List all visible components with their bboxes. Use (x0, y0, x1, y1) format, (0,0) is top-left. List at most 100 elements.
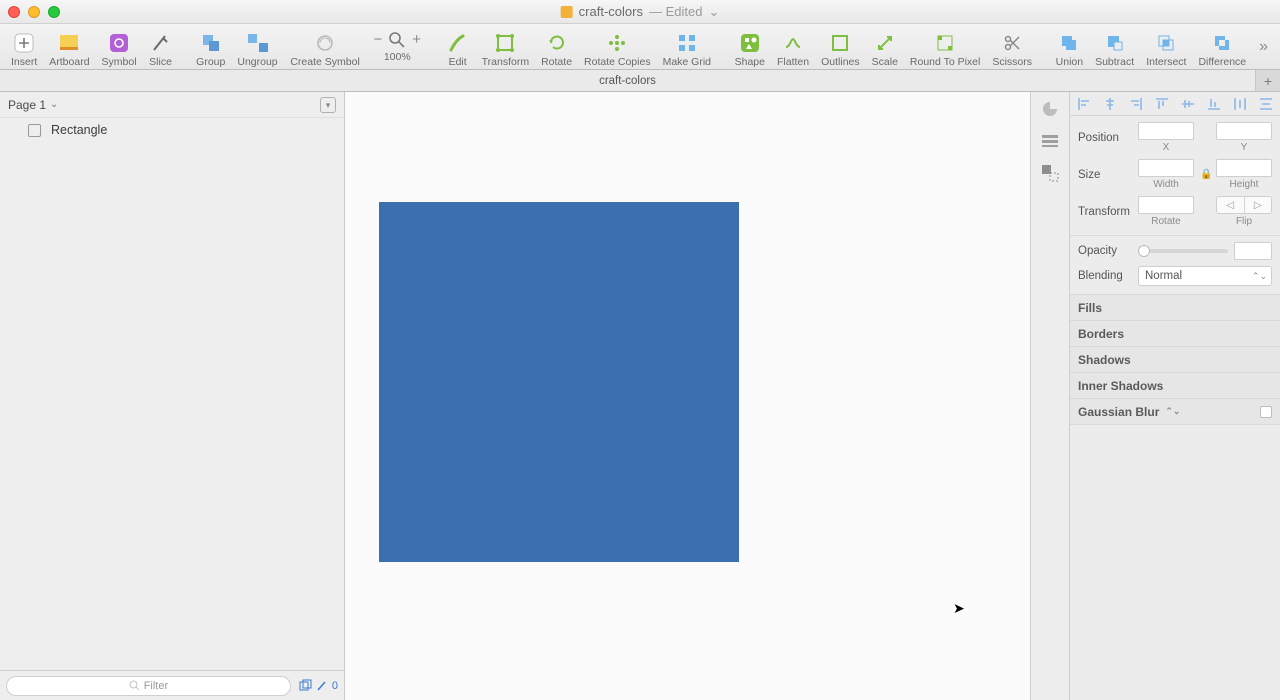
intersect-icon (1155, 32, 1177, 54)
scale-button[interactable]: Scale (867, 24, 903, 70)
borders-header[interactable]: Borders (1070, 321, 1280, 347)
symbol-button[interactable]: Symbol (97, 24, 142, 70)
layer-item[interactable]: Rectangle (0, 118, 344, 142)
rotate-input[interactable] (1138, 196, 1194, 214)
difference-button[interactable]: Difference (1193, 24, 1251, 70)
title-dropdown-icon[interactable]: ⌄ (708, 4, 719, 20)
footer-count: 0 (332, 680, 338, 692)
minimize-window-button[interactable] (28, 6, 40, 18)
scissors-button[interactable]: Scissors (987, 24, 1037, 70)
union-button[interactable]: Union (1051, 24, 1088, 70)
distribute-v-icon[interactable] (1258, 96, 1274, 112)
group-button[interactable]: Group (191, 24, 230, 70)
flip-control[interactable]: ◁▷ (1216, 196, 1272, 214)
artboard-button[interactable]: Artboard (44, 24, 94, 70)
fills-header[interactable]: Fills (1070, 295, 1280, 321)
geometry-section: Position X Y Size Width 🔒 Height Transfo… (1070, 116, 1280, 236)
width-input[interactable] (1138, 159, 1194, 177)
workspace: Page 1 ⌄ ▾ Rectangle Filter 0 ➤ (0, 92, 1280, 700)
rotate-icon (546, 32, 568, 54)
traffic-lights (8, 6, 60, 18)
align-center-h-icon[interactable] (1102, 96, 1118, 112)
opacity-label: Opacity (1078, 245, 1132, 257)
transform-button[interactable]: Transform (477, 24, 534, 70)
transform-label: Transform (1078, 206, 1132, 218)
position-x-input[interactable] (1138, 122, 1194, 140)
opacity-input[interactable] (1234, 242, 1272, 260)
rotate-button[interactable]: Rotate (536, 24, 577, 70)
slice-icon (150, 32, 172, 54)
craft-plugin-icon[interactable] (1039, 98, 1061, 120)
flatten-button[interactable]: Flatten (772, 24, 814, 70)
slice-button[interactable]: Slice (144, 24, 178, 70)
canvas-rectangle-shape[interactable] (379, 202, 739, 562)
tab-document[interactable]: craft-colors (0, 70, 1256, 91)
zoom-in-icon[interactable]: + (412, 31, 421, 48)
footer-slice-icon[interactable] (316, 680, 328, 692)
height-input[interactable] (1216, 159, 1272, 177)
close-window-button[interactable] (8, 6, 20, 18)
tab-add-button[interactable]: + (1256, 70, 1280, 91)
toolbar: Insert Artboard Symbol Slice Group Ungro… (0, 24, 1280, 70)
insert-button[interactable]: Insert (6, 24, 42, 70)
create-symbol-icon (314, 32, 336, 54)
rotate-copies-icon (606, 32, 628, 54)
align-top-icon[interactable] (1154, 96, 1170, 112)
align-right-icon[interactable] (1128, 96, 1144, 112)
magnifier-icon (388, 31, 406, 49)
layers-panel: Page 1 ⌄ ▾ Rectangle Filter 0 (0, 92, 345, 700)
blend-mode-select[interactable]: Normal ⌃⌄ (1138, 266, 1272, 286)
appearance-section: Opacity Blending Normal ⌃⌄ (1070, 236, 1280, 295)
plugin-rail (1030, 92, 1070, 700)
chevron-updown-icon: ⌃⌄ (1165, 406, 1180, 417)
blending-label: Blending (1078, 270, 1132, 282)
align-middle-icon[interactable] (1180, 96, 1196, 112)
stack-plugin-icon[interactable] (1039, 130, 1061, 152)
document-icon (561, 6, 573, 18)
zoom-out-icon[interactable]: − (374, 31, 383, 48)
outlines-button[interactable]: Outlines (816, 24, 865, 70)
shadows-header[interactable]: Shadows (1070, 347, 1280, 373)
filter-input[interactable]: Filter (6, 676, 291, 696)
zoom-window-button[interactable] (48, 6, 60, 18)
create-symbol-button[interactable]: Create Symbol (296, 24, 354, 70)
shape-button[interactable]: Shape (730, 24, 770, 70)
slider-knob-icon[interactable] (1138, 245, 1150, 257)
symbol-icon (108, 32, 130, 54)
ungroup-icon (247, 32, 269, 54)
pages-dropdown[interactable]: Page 1 ⌄ ▾ (0, 92, 344, 118)
selection-plugin-icon[interactable] (1039, 162, 1061, 184)
inner-shadows-header[interactable]: Inner Shadows (1070, 373, 1280, 399)
gaussian-blur-header[interactable]: Gaussian Blur ⌃⌄ (1070, 399, 1280, 425)
artboard-icon (58, 32, 80, 54)
edited-indicator: — Edited (649, 4, 702, 19)
align-bottom-icon[interactable] (1206, 96, 1222, 112)
zoom-control[interactable]: − + 100% (368, 24, 428, 70)
make-grid-button[interactable]: Make Grid (658, 24, 716, 70)
toolbar-overflow-icon[interactable]: » (1253, 38, 1274, 56)
intersect-button[interactable]: Intersect (1141, 24, 1191, 70)
lock-aspect-icon[interactable]: 🔒 (1200, 169, 1210, 180)
edit-button[interactable]: Edit (441, 24, 475, 70)
rotate-copies-button[interactable]: Rotate Copies (579, 24, 656, 70)
subtract-button[interactable]: Subtract (1090, 24, 1139, 70)
zoom-value: 100% (384, 51, 411, 63)
canvas[interactable]: ➤ (345, 92, 1030, 700)
round-to-pixel-button[interactable]: Round To Pixel (905, 24, 985, 70)
flip-v-icon[interactable]: ▷ (1245, 197, 1272, 213)
footer-icons: 0 (299, 679, 338, 692)
flip-h-icon[interactable]: ◁ (1217, 197, 1245, 213)
footer-copy-icon[interactable] (299, 679, 312, 692)
window-title: craft-colors — Edited ⌄ (561, 4, 720, 20)
ungroup-button[interactable]: Ungroup (232, 24, 282, 70)
position-y-input[interactable] (1216, 122, 1272, 140)
blur-checkbox[interactable] (1260, 406, 1272, 418)
opacity-slider[interactable] (1138, 249, 1228, 253)
scissors-icon (1001, 32, 1023, 54)
pages-menu-icon[interactable]: ▾ (320, 97, 336, 113)
align-left-icon[interactable] (1076, 96, 1092, 112)
flatten-icon (782, 32, 804, 54)
group-icon (200, 32, 222, 54)
distribute-h-icon[interactable] (1232, 96, 1248, 112)
chevron-updown-icon: ⌃⌄ (1252, 271, 1267, 282)
